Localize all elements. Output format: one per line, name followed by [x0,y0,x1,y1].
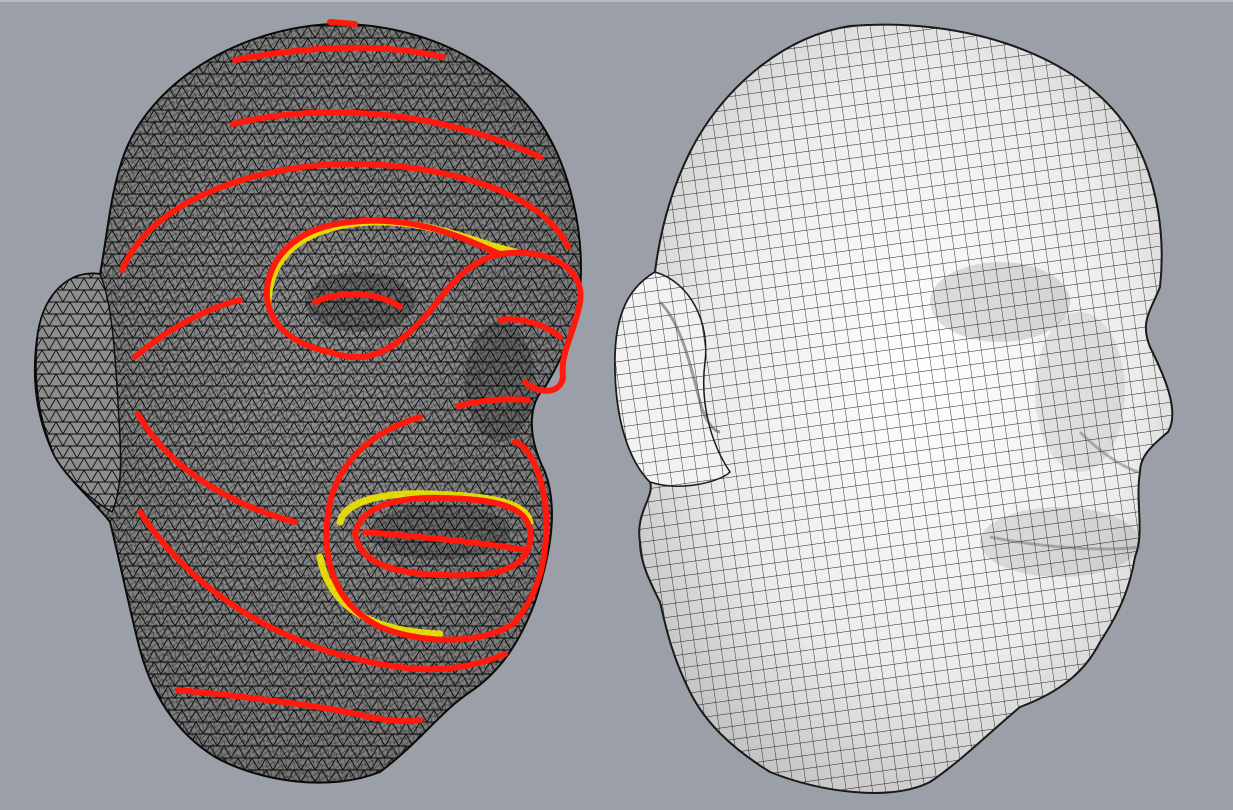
left-ear [35,272,122,514]
right-head-quad-mesh[interactable] [613,23,1174,794]
3d-viewport[interactable] [0,0,1233,810]
scene-canvas[interactable] [0,2,1233,810]
curve-crown-1 [327,19,358,27]
